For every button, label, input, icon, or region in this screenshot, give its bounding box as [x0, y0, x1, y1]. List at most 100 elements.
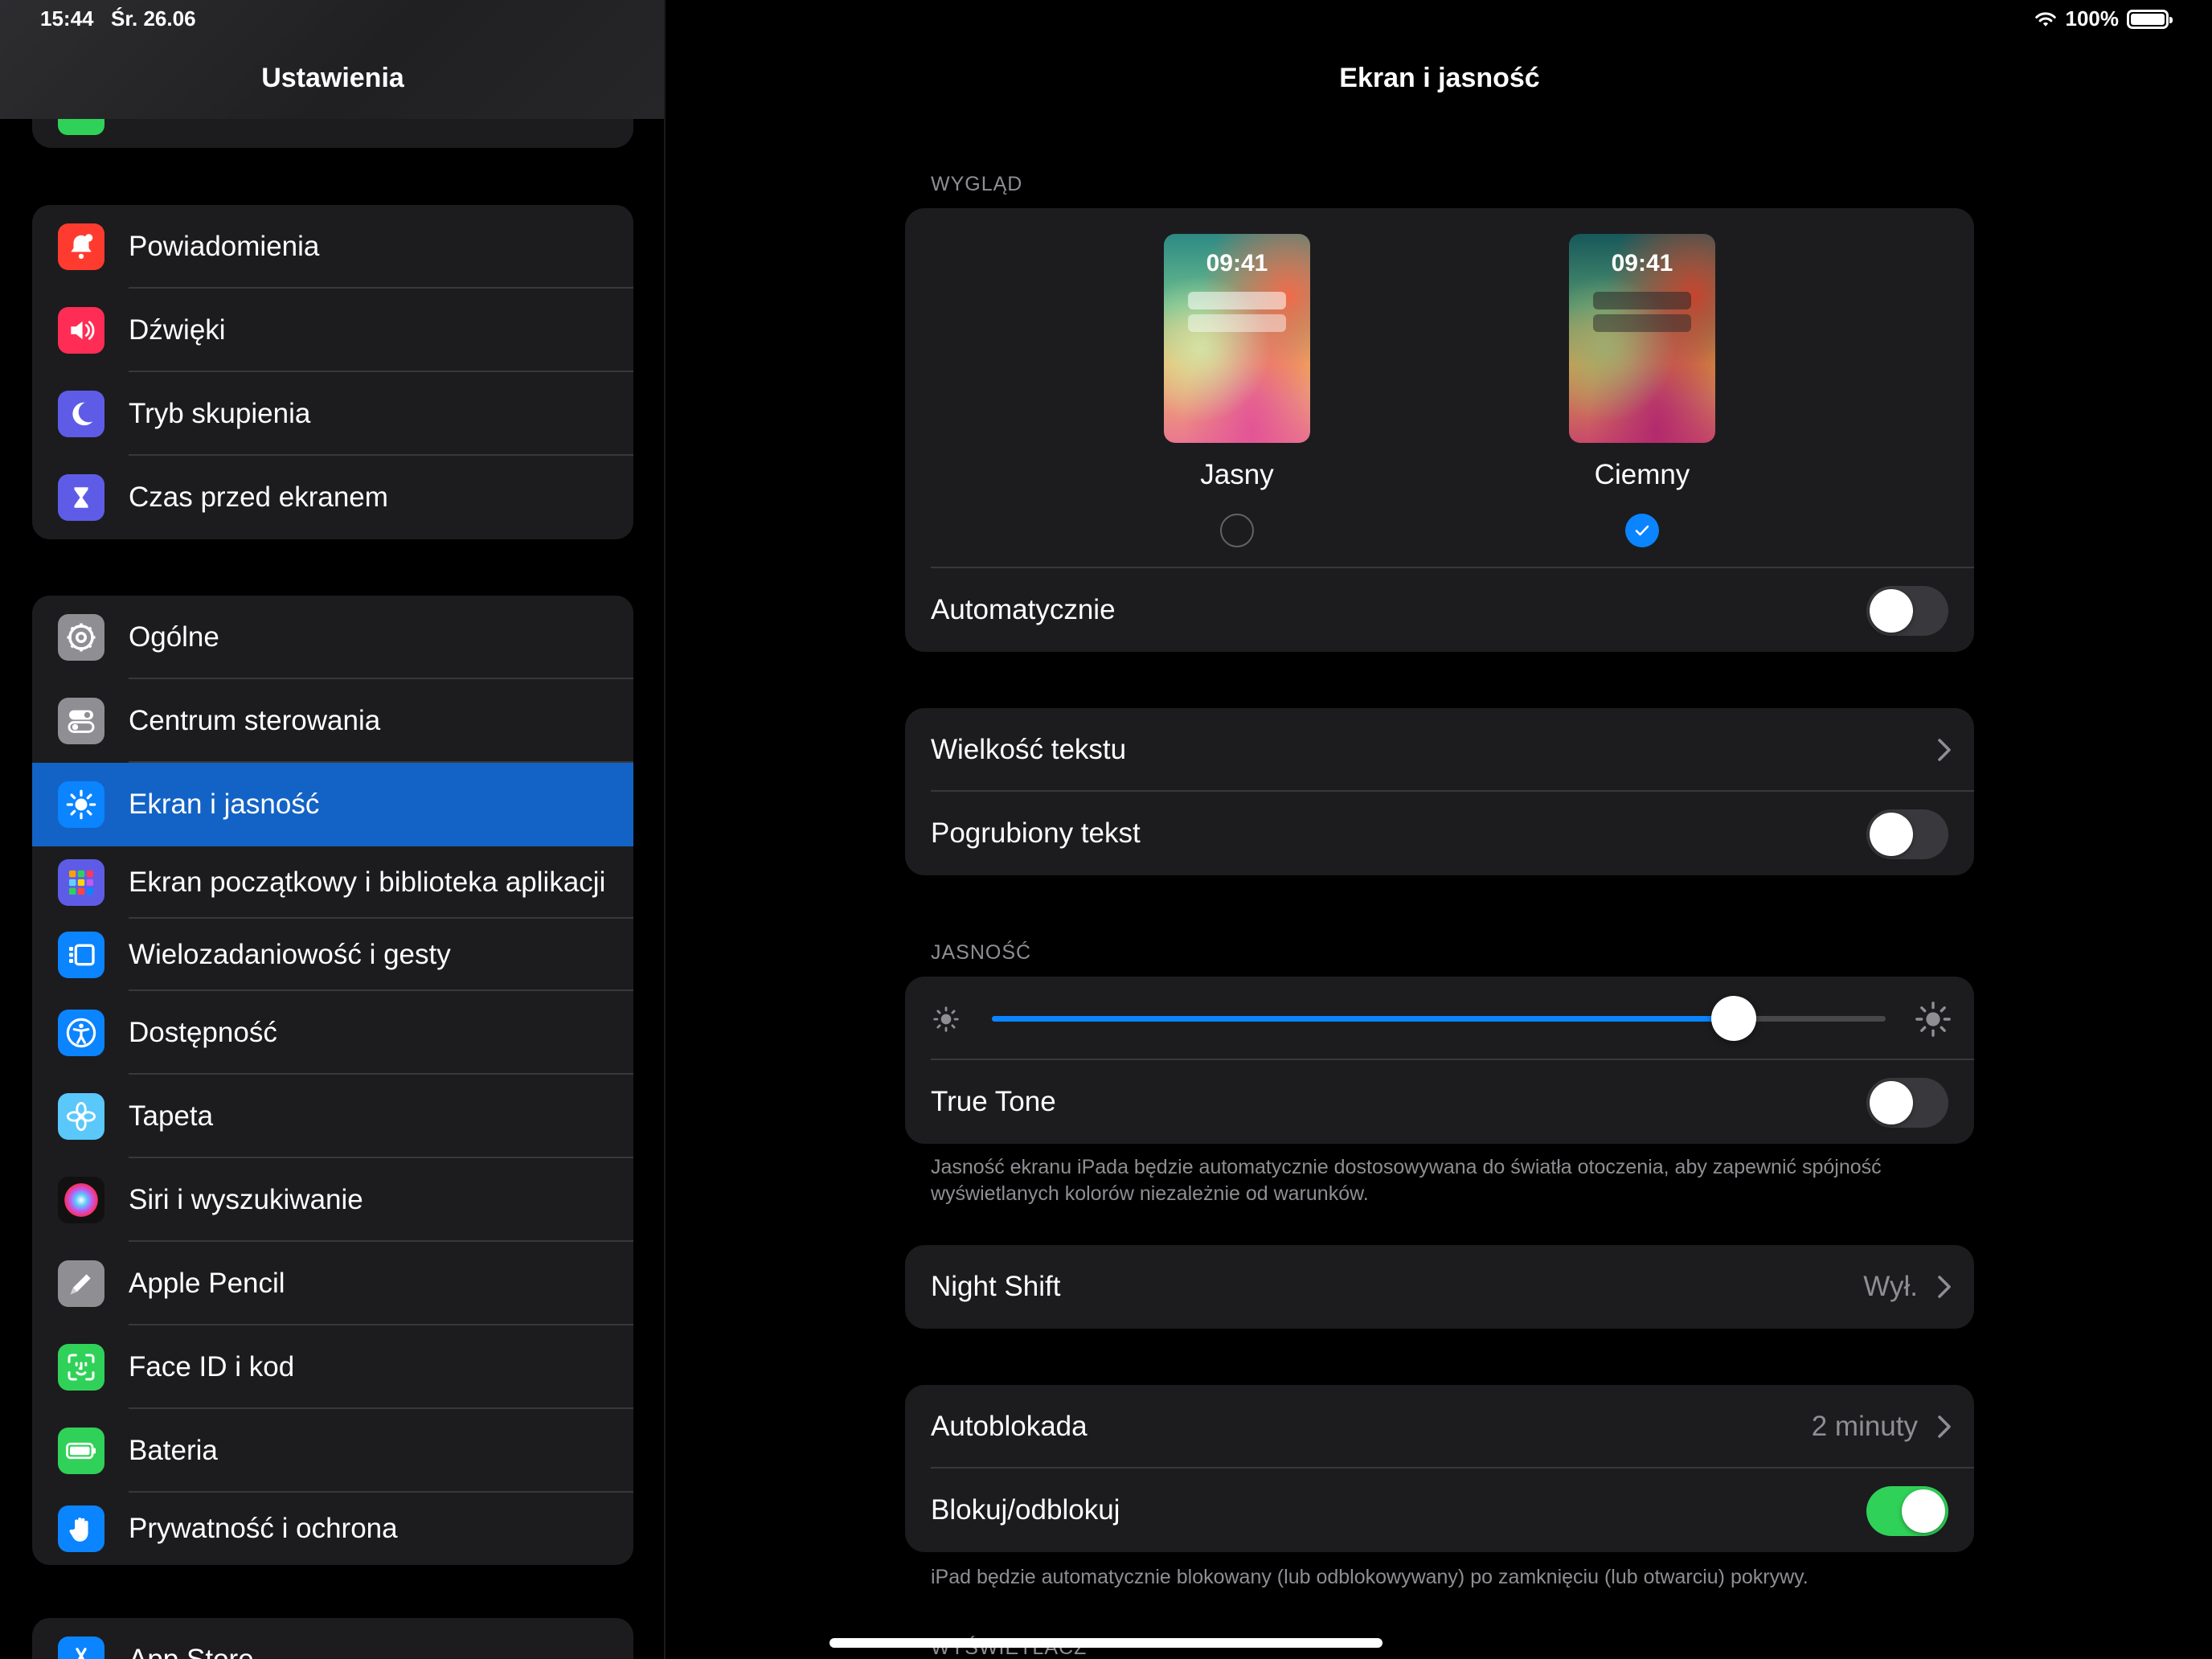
- sidebar-item-battery[interactable]: Bateria: [32, 1409, 633, 1493]
- section-header-appearance: WYGLĄD: [931, 173, 1023, 195]
- sidebar-item-app-store[interactable]: App Store: [32, 1618, 633, 1659]
- hand-icon: [58, 1505, 104, 1552]
- section-header-brightness: JASNOŚĆ: [931, 941, 1032, 964]
- dark-mode-radio[interactable]: [1625, 514, 1659, 547]
- battery-status-icon: [2127, 9, 2173, 29]
- brightness-slider[interactable]: [992, 996, 1886, 1041]
- checkmark-icon: [1635, 525, 1649, 536]
- sidebar-item-faceid[interactable]: Face ID i kod: [32, 1325, 633, 1409]
- dark-mode-preview[interactable]: 09:41: [1569, 234, 1715, 443]
- brightness-footnote: Jasność ekranu iPada będzie automatyczni…: [931, 1156, 1882, 1205]
- sidebar-item-general[interactable]: Ogólne: [32, 596, 633, 679]
- sidebar-item-multitasking[interactable]: Wielozadaniowość i gesty: [32, 919, 633, 991]
- sidebar-item-wallpaper[interactable]: Tapeta: [32, 1075, 633, 1158]
- chevron-right-icon: [1937, 1385, 1952, 1469]
- automatic-toggle[interactable]: [1866, 586, 1948, 636]
- brightness-slider-row: [905, 977, 1974, 1060]
- toggles-icon: [58, 698, 104, 744]
- lock-unlock-label: Blokuj/odblokuj: [931, 1494, 1120, 1526]
- chevron-right-icon: [1937, 708, 1952, 792]
- sidebar-item-control-center[interactable]: Centrum sterowania: [32, 679, 633, 763]
- sun-small-icon: [931, 1004, 961, 1038]
- sidebar-item-siri[interactable]: Siri i wyszukiwanie: [32, 1158, 633, 1242]
- sidebar-item-screen-time[interactable]: Czas przed ekranem: [32, 456, 633, 539]
- automatic-label: Automatycznie: [931, 594, 1116, 625]
- preview-widget: [1188, 292, 1286, 309]
- brightness-slider-thumb[interactable]: [1710, 996, 1756, 1041]
- sidebar-title: Ustawienia: [261, 63, 404, 93]
- battery-percent: 100%: [2065, 6, 2120, 31]
- moon-icon: [58, 391, 104, 437]
- sidebar: 15:44 Śr. 26.06 Ustawienia Powiadomienia…: [0, 0, 666, 1659]
- lock-unlock-toggle[interactable]: [1866, 1486, 1948, 1536]
- sidebar-item-accessibility[interactable]: Dostępność: [32, 991, 633, 1075]
- sidebar-item-label: Tapeta: [129, 1100, 214, 1132]
- sidebar-item-apple-pencil[interactable]: Apple Pencil: [32, 1242, 633, 1325]
- sidebar-group-notifications: Powiadomienia Dźwięki Tryb skupienia Cza…: [32, 205, 633, 539]
- chevron-right-icon: [1937, 1245, 1952, 1329]
- sidebar-item-display-brightness[interactable]: Ekran i jasność: [32, 763, 633, 846]
- sun-icon: [58, 781, 104, 828]
- sidebar-item-home-screen[interactable]: Ekran początkowy i biblioteka aplikacji: [32, 846, 633, 919]
- sidebar-item-label: Ogólne: [129, 621, 219, 653]
- sidebar-item-label: Ekran początkowy i biblioteka aplikacji: [129, 866, 606, 898]
- page-title: Ekran i jasność: [1339, 63, 1540, 93]
- sidebar-item-label: Wielozadaniowość i gesty: [129, 939, 451, 970]
- sun-large-icon: [1915, 1001, 1952, 1042]
- true-tone-toggle[interactable]: [1866, 1078, 1948, 1128]
- accessibility-icon: [58, 1010, 104, 1056]
- sidebar-item-label: Ekran i jasność: [129, 789, 320, 820]
- partial-icon: [58, 119, 104, 135]
- night-shift-value: Wył.: [1863, 1271, 1918, 1302]
- status-bar-right: 100%: [2034, 6, 2173, 31]
- light-mode-radio[interactable]: [1220, 514, 1254, 547]
- sidebar-group-general: Ogólne Centrum sterowania Ekran i jasnoś…: [32, 596, 633, 1565]
- sidebar-item-notifications[interactable]: Powiadomienia: [32, 205, 633, 289]
- sidebar-item-privacy[interactable]: Prywatność i ochrona: [32, 1493, 633, 1565]
- text-size-row[interactable]: Wielkość tekstu: [905, 708, 1974, 792]
- status-date: Śr. 26.06: [111, 6, 196, 31]
- true-tone-label: True Tone: [931, 1086, 1056, 1117]
- lock-footnote: iPad będzie automatycznie blokowany (lub…: [931, 1566, 1809, 1588]
- autolock-row[interactable]: Autoblokada 2 minuty: [905, 1385, 1974, 1469]
- dark-mode-label: Ciemny: [1594, 459, 1690, 490]
- lock-unlock-row: Blokuj/odblokuj: [905, 1469, 1974, 1552]
- home-indicator[interactable]: [830, 1638, 1382, 1648]
- sidebar-item-label: Dźwięki: [129, 314, 226, 346]
- sidebar-item-label: Tryb skupienia: [129, 398, 311, 429]
- sidebar-item-label: Apple Pencil: [129, 1268, 285, 1299]
- sidebar-group-store: App Store: [32, 1618, 633, 1659]
- brightness-card: True Tone: [905, 977, 1974, 1144]
- automatic-row: Automatycznie: [905, 568, 1974, 652]
- bell-icon: [58, 223, 104, 270]
- gear-icon: [58, 614, 104, 661]
- bold-text-row: Pogrubiony tekst: [905, 792, 1974, 875]
- text-card: Wielkość tekstu Pogrubiony tekst: [905, 708, 1974, 875]
- appstore-icon: [58, 1636, 104, 1659]
- sidebar-item-label: Czas przed ekranem: [129, 481, 388, 513]
- light-mode-label: Jasny: [1200, 459, 1274, 490]
- night-shift-row[interactable]: Night Shift Wył.: [905, 1245, 1974, 1329]
- multitasking-icon: [58, 932, 104, 978]
- hourglass-icon: [58, 474, 104, 521]
- preview-time: 09:41: [1206, 250, 1268, 276]
- faceid-icon: [58, 1344, 104, 1391]
- sidebar-item-focus[interactable]: Tryb skupienia: [32, 372, 633, 456]
- light-mode-preview[interactable]: 09:41: [1164, 234, 1310, 443]
- sidebar-item-label: Prywatność i ochrona: [129, 1513, 398, 1544]
- preview-time: 09:41: [1611, 250, 1673, 276]
- true-tone-row: True Tone: [905, 1060, 1974, 1144]
- sidebar-header: 15:44 Śr. 26.06 Ustawienia: [0, 0, 664, 119]
- night-shift-label: Night Shift: [931, 1271, 1061, 1302]
- bold-text-toggle[interactable]: [1866, 809, 1948, 859]
- sidebar-item-label: Dostępność: [129, 1017, 277, 1048]
- sidebar-item-label: Siri i wyszukiwanie: [129, 1184, 363, 1215]
- appearance-options: 09:41 Jasny 09:41 Ciemny: [905, 208, 1974, 568]
- preview-widget: [1593, 292, 1691, 309]
- preview-widget: [1188, 314, 1286, 332]
- brightness-fill: [992, 1016, 1734, 1022]
- pencil-icon: [58, 1260, 104, 1307]
- sidebar-item-sounds[interactable]: Dźwięki: [32, 289, 633, 372]
- wifi-icon: [2034, 11, 2056, 27]
- app-grid-icon: [58, 859, 104, 906]
